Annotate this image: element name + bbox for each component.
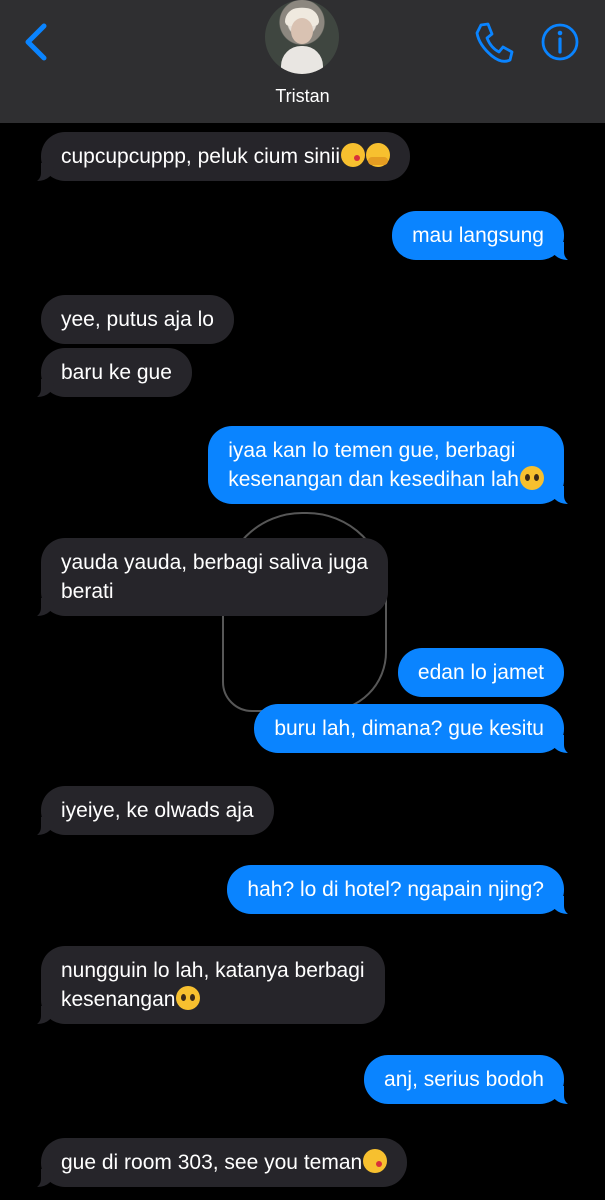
message-text-line: berati [61,580,114,603]
pleading-emoji-icon [520,466,544,490]
message-text: gue di room 303, see you teman [61,1151,363,1174]
avatar[interactable] [265,0,339,74]
message-bubble-outgoing[interactable]: buru lah, dimana? gue kesitu [254,704,584,755]
info-icon[interactable] [540,22,580,62]
chat-header: Tristan [0,0,605,123]
message-text: baru ke gue [61,361,172,384]
message-text: anj, serius bodoh [384,1068,544,1091]
message-bubble-outgoing[interactable]: anj, serius bodoh [364,1055,584,1106]
message-text: yee, putus aja lo [61,308,214,331]
message-bubble-incoming[interactable]: nungguin lo lah, katanya berbagi kesenan… [21,946,385,1026]
message-text-line: kesenangan dan kesedihan lah [228,465,544,494]
chevron-left-icon[interactable] [20,22,54,62]
message-text-line: yauda yauda, berbagi saliva juga [61,551,369,574]
pleading-emoji-icon [176,986,201,1010]
message-bubble-incoming[interactable]: cupcupcuppp, peluk cium sinii [21,132,410,183]
message-text: buru lah, dimana? gue kesitu [274,717,544,740]
hug-emoji-icon [366,143,390,167]
contact-name[interactable]: Tristan [0,86,605,107]
message-text: iyeiye, ke olwads aja [61,799,254,822]
message-text-line: nungguin lo lah, katanya berbagi [61,959,365,982]
message-bubble-incoming[interactable]: baru ke gue [21,348,192,399]
message-bubble-outgoing[interactable]: iyaa kan lo temen gue, berbagi kesenanga… [208,426,584,506]
message-bubble-incoming[interactable]: iyeiye, ke olwads aja [21,786,274,837]
message-text-line: iyaa kan lo temen gue, berbagi [228,439,516,462]
message-bubble-outgoing[interactable]: hah? lo di hotel? ngapain njing? [227,865,584,916]
message-bubble-outgoing[interactable]: mau langsung [392,211,584,262]
kiss-emoji-icon [341,143,365,167]
message-bubble-outgoing[interactable]: edan lo jamet [397,648,564,697]
message-text: kesenangan [61,988,176,1011]
message-bubble-incoming[interactable]: yee, putus aja lo [41,295,234,344]
message-bubble-incoming[interactable]: gue di room 303, see you teman [20,1138,408,1189]
message-text: cupcupcuppp, peluk cium sinii [61,145,340,168]
message-text: hah? lo di hotel? ngapain njing? [247,878,544,901]
message-text: kesenangan dan kesedihan lah [228,468,519,491]
message-text: mau langsung [412,224,544,247]
message-text: edan lo jamet [417,661,544,684]
message-bubble-incoming[interactable]: yauda yauda, berbagi saliva juga berati [20,538,389,618]
kiss-emoji-icon [363,1149,388,1173]
phone-icon[interactable] [472,20,514,64]
message-text-line: kesenangan [61,985,365,1014]
